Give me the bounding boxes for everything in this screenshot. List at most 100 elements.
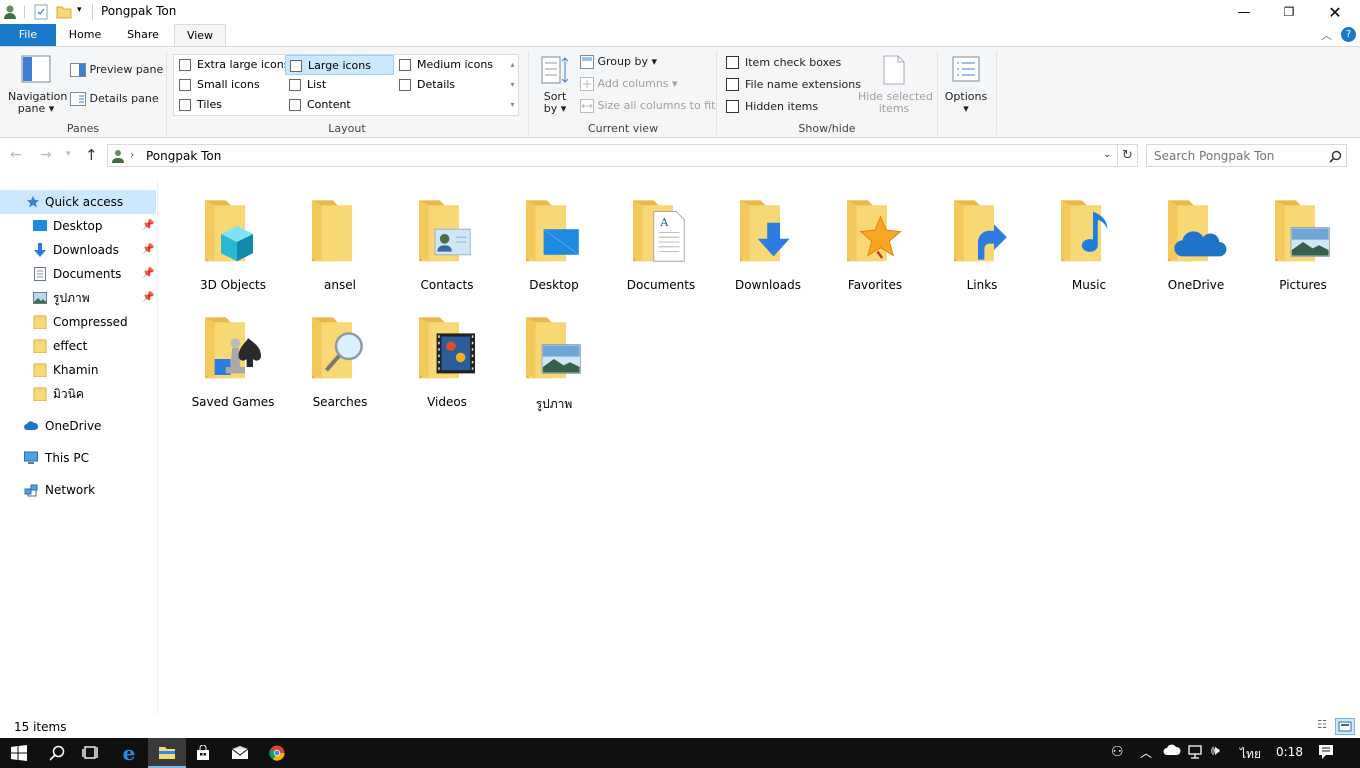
navigation-pane-button[interactable]: Navigation pane ▾ (8, 55, 67, 117)
input-language[interactable]: ไทย (1240, 745, 1261, 764)
sort-by-button[interactable]: Sort by ▾ (538, 55, 572, 115)
item-count: 15 items (14, 720, 67, 734)
nav-pinned-downloads[interactable]: Downloads 📌 (0, 238, 156, 262)
folder-item-pictures-th[interactable]: รูปภาพ (506, 297, 602, 411)
address-bar[interactable]: › Pongpak Ton ⌄ (107, 144, 1118, 167)
folder-item-downloads[interactable]: Downloads (720, 180, 816, 292)
nav-recent-folder[interactable]: Compressed (0, 310, 156, 334)
new-folder-icon[interactable] (56, 4, 72, 20)
store-taskbar-button[interactable] (184, 738, 222, 768)
item-check-boxes-checkbox[interactable] (726, 56, 739, 69)
layout-details[interactable]: Details (395, 75, 507, 95)
refresh-button[interactable]: ↻ (1118, 144, 1138, 167)
forward-button[interactable]: → (40, 147, 52, 163)
folder-icon: A (633, 200, 685, 262)
search-box[interactable] (1146, 144, 1347, 167)
layout-small-icons[interactable]: Small icons (175, 75, 285, 95)
volume-icon[interactable]: 🕪 (1211, 743, 1220, 759)
hide-selected-items-button[interactable]: Hide selected items (858, 55, 933, 115)
nav-pinned-pictures[interactable]: รูปภาพ 📌 (0, 286, 156, 310)
preview-pane-button[interactable]: Preview pane (70, 63, 163, 77)
address-dropdown-icon[interactable]: ⌄ (1103, 149, 1111, 160)
back-button[interactable]: ← (10, 147, 22, 163)
large-icons-view-button[interactable] (1335, 718, 1355, 735)
nav-recent-folder[interactable]: มิวนิค (0, 382, 156, 406)
tab-file[interactable]: File (0, 24, 56, 46)
start-button[interactable] (0, 738, 38, 768)
folder-item-videos[interactable]: Videos (399, 297, 495, 409)
layout-medium-icons[interactable]: Medium icons (395, 55, 507, 75)
add-columns-button[interactable]: Add columns ▾ (580, 77, 678, 91)
edge-taskbar-button[interactable]: e (110, 738, 148, 768)
file-name-extensions-label[interactable]: File name extensions (745, 78, 861, 91)
nav-onedrive[interactable]: OneDrive (0, 414, 156, 438)
minimize-button[interactable]: — (1221, 0, 1267, 24)
tab-home[interactable]: Home (58, 24, 112, 46)
folder-item-links[interactable]: Links (934, 180, 1030, 292)
restore-button[interactable]: ❐ (1266, 0, 1312, 24)
nav-network[interactable]: Network (0, 478, 156, 502)
group-by-button[interactable]: Group by ▾ (580, 55, 657, 69)
onedrive-tray-icon[interactable] (1163, 744, 1181, 759)
pin-icon[interactable]: 📌 (142, 238, 154, 262)
breadcrumb-current[interactable]: Pongpak Ton (146, 149, 221, 163)
pin-icon[interactable]: 📌 (142, 262, 154, 286)
folder-item-ansel[interactable]: ansel (292, 180, 388, 292)
folder-item-favorites[interactable]: Favorites (827, 180, 923, 292)
nav-this-pc[interactable]: This PC (0, 446, 156, 470)
folder-label: OneDrive (1167, 278, 1225, 292)
folder-item-onedrive[interactable]: OneDrive (1148, 180, 1244, 292)
item-check-boxes-label[interactable]: Item check boxes (745, 56, 841, 69)
collapse-ribbon-icon[interactable]: ︿ (1321, 27, 1332, 43)
pin-icon[interactable]: 📌 (142, 214, 154, 238)
search-taskbar-button[interactable] (38, 738, 76, 768)
people-icon[interactable]: ⚇ (1111, 744, 1124, 760)
close-button[interactable]: ✕ (1312, 0, 1358, 24)
details-view-button[interactable]: ☷ (1313, 718, 1331, 735)
folder-item-contacts[interactable]: Contacts (399, 180, 495, 292)
up-button[interactable]: ↑ (85, 146, 98, 164)
layout-large-icons[interactable]: Large icons (285, 55, 394, 75)
chrome-taskbar-button[interactable] (258, 738, 296, 768)
folder-item-3d-objects[interactable]: 3D Objects (185, 180, 281, 292)
file-name-extensions-checkbox[interactable] (726, 78, 739, 91)
desktop-icon (33, 220, 47, 231)
pin-icon[interactable]: 📌 (142, 286, 154, 310)
folder-item-desktop[interactable]: Desktop (506, 180, 602, 292)
tab-view[interactable]: View (174, 24, 226, 47)
nav-recent-folder[interactable]: Khamin (0, 358, 156, 382)
nav-pinned-desktop[interactable]: Desktop 📌 (0, 214, 156, 238)
options-button[interactable]: Options ▾ (942, 55, 990, 115)
tab-share[interactable]: Share (116, 24, 170, 46)
show-hidden-icons-icon[interactable]: ︿ (1140, 744, 1152, 761)
folder-item-music[interactable]: Music (1041, 180, 1137, 292)
details-pane-button[interactable]: Details pane (70, 92, 159, 106)
layout-list[interactable]: List (285, 75, 394, 95)
nav-quick-access[interactable]: Quick access (0, 190, 156, 214)
hidden-items-label[interactable]: Hidden items (745, 100, 818, 113)
layout-extra-large-icons[interactable]: Extra large icons (175, 55, 289, 75)
help-icon[interactable]: ? (1341, 27, 1356, 42)
action-center-icon[interactable] (1318, 744, 1334, 763)
folder-item-searches[interactable]: Searches (292, 297, 388, 409)
folder-item-pictures[interactable]: Pictures (1255, 180, 1351, 292)
size-all-columns-button[interactable]: Size all columns to fit (580, 99, 715, 113)
task-view-button[interactable] (72, 738, 110, 768)
layout-tiles[interactable]: Tiles (175, 95, 285, 115)
search-input[interactable] (1147, 145, 1322, 166)
nav-recent-folder[interactable]: effect (0, 334, 156, 358)
window-title: Pongpak Ton (101, 4, 177, 18)
clock[interactable]: 0:18 (1276, 745, 1303, 759)
hidden-items-checkbox[interactable] (726, 100, 739, 113)
layout-content[interactable]: Content (285, 95, 394, 115)
layout-scroll[interactable]: ▴ ▾ ▾ (507, 55, 518, 115)
file-explorer-taskbar-button[interactable] (148, 738, 186, 768)
folder-item-saved-games[interactable]: Saved Games (185, 297, 281, 409)
network-tray-icon[interactable] (1187, 744, 1203, 763)
properties-icon[interactable] (33, 4, 49, 20)
mail-taskbar-button[interactable] (221, 738, 259, 768)
nav-pinned-documents[interactable]: Documents 📌 (0, 262, 156, 286)
folder-item-documents[interactable]: A Documents (613, 180, 709, 292)
customize-quick-access-icon[interactable]: ▾ (77, 5, 82, 15)
recent-locations-button[interactable]: ▾ (66, 149, 71, 159)
